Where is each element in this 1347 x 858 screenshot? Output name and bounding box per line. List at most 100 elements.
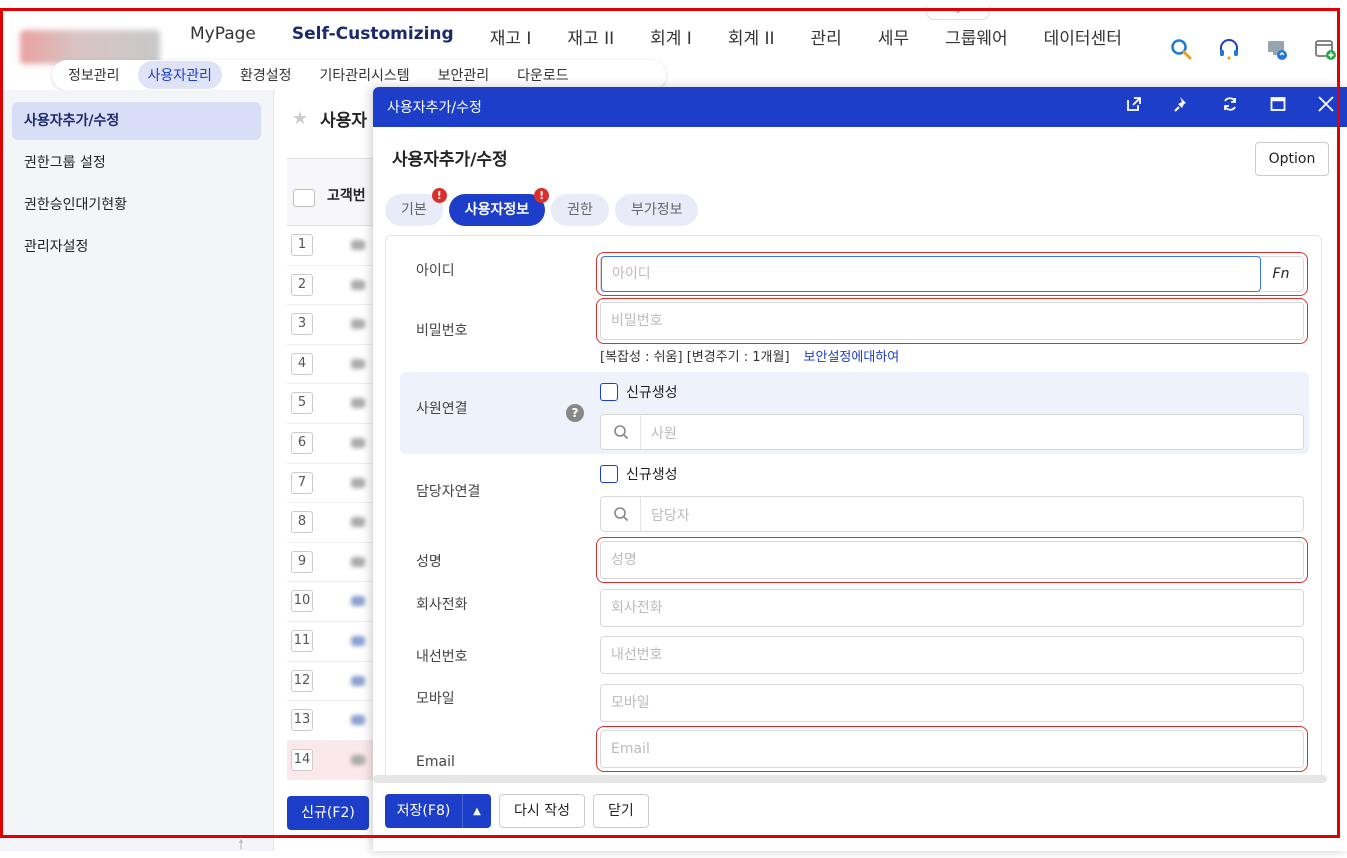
table-row[interactable]: 11	[287, 622, 387, 662]
menu-groupware[interactable]: 그룹웨어	[945, 24, 1008, 49]
submenu-info-management[interactable]: 정보관리	[58, 61, 130, 89]
submenu-user-management[interactable]: 사용자관리	[137, 61, 222, 89]
menu-inventory-1[interactable]: 재고 I	[490, 24, 532, 49]
employee-new-checkbox[interactable]: 신규생성	[600, 382, 678, 402]
checkbox[interactable]	[600, 465, 618, 483]
checkbox[interactable]	[600, 383, 618, 401]
employee-placeholder: 사원	[651, 426, 677, 442]
security-settings-link[interactable]: 보안설정에대하여	[804, 350, 900, 365]
option-button[interactable]: Option	[1255, 142, 1329, 176]
menu-management[interactable]: 관리	[811, 24, 842, 49]
submenu-environment[interactable]: 환경설정	[230, 61, 302, 89]
submenu-download[interactable]: 다운로드	[507, 61, 579, 89]
table-row[interactable]: 13	[287, 701, 387, 741]
blurred-cell	[351, 754, 365, 765]
sidebar-item-admin-settings[interactable]: 관리자설정	[12, 228, 261, 266]
menu-self-customizing[interactable]: Self-Customizing	[292, 24, 454, 49]
close-icon[interactable]	[1313, 95, 1339, 119]
add-window-icon[interactable]	[1312, 36, 1338, 62]
top-utility-icons	[1168, 36, 1338, 62]
blurred-cell	[351, 675, 365, 686]
help-icon[interactable]: ?	[566, 404, 584, 422]
table-row[interactable]: 14	[287, 740, 387, 781]
company-phone-label: 회사전화	[416, 597, 468, 613]
save-button-label[interactable]: 저장(F8)	[385, 794, 463, 828]
table-row[interactable]: 1	[287, 226, 387, 266]
remote-support-icon[interactable]	[1264, 36, 1290, 62]
table-row[interactable]: 9	[287, 543, 387, 583]
email-input[interactable]: Email	[596, 726, 1308, 772]
close-button[interactable]: 닫기	[592, 794, 649, 828]
row-number: 11	[291, 630, 313, 652]
employee-search-field[interactable]: 사원	[600, 414, 1304, 450]
name-label: 성명	[416, 554, 442, 570]
manager-search-field[interactable]: 담당자	[600, 496, 1304, 532]
pin-window-icon[interactable]	[1169, 95, 1195, 119]
refresh-icon[interactable]	[1217, 95, 1243, 119]
id-input[interactable]: 아이디	[601, 256, 1261, 292]
checkbox-label: 신규생성	[626, 467, 678, 483]
password-input[interactable]: 비밀번호	[596, 298, 1308, 344]
mobile-label: 모바일	[416, 691, 455, 707]
company-phone-input[interactable]: 회사전화	[600, 589, 1304, 627]
save-button[interactable]: 저장(F8) ▲	[385, 794, 491, 828]
id-label: 아이디	[416, 263, 455, 279]
table-row[interactable]: 7	[287, 464, 387, 504]
popout-icon[interactable]	[1121, 95, 1147, 119]
table-row[interactable]: 2	[287, 266, 387, 306]
save-dropdown-icon[interactable]: ▲	[463, 806, 491, 817]
tab-additional-info[interactable]: 부가정보	[614, 194, 699, 226]
horizontal-scrollbar[interactable]	[373, 775, 1327, 783]
manager-link-label: 담당자연결	[416, 484, 481, 500]
manager-placeholder: 담당자	[651, 508, 690, 524]
row-number: 3	[291, 313, 313, 336]
pin-icon[interactable]: 🠕	[238, 834, 244, 858]
menu-accounting-1[interactable]: 회계 I	[650, 24, 692, 49]
table-row[interactable]: 8	[287, 503, 387, 543]
table-row[interactable]: 10	[287, 582, 387, 622]
row-number: 4	[291, 352, 313, 375]
sidebar-item-add-edit-user[interactable]: 사용자추가/수정	[12, 102, 261, 140]
tab-permissions[interactable]: 권한	[551, 194, 609, 226]
menu-data-center[interactable]: 데이터센터	[1044, 24, 1122, 49]
blurred-cell	[351, 636, 365, 646]
select-all-checkbox[interactable]	[293, 189, 315, 207]
rewrite-button[interactable]: 다시 작성	[499, 794, 585, 828]
tab-basic[interactable]: 기본!	[385, 188, 447, 226]
submenu-security[interactable]: 보안관리	[428, 61, 500, 89]
table-row[interactable]: 6	[287, 424, 387, 464]
new-button[interactable]: 신규(F2)	[287, 796, 369, 830]
favorite-star-icon[interactable]: ★	[292, 108, 308, 129]
menu-inventory-2[interactable]: 재고 II	[567, 24, 614, 49]
sidebar-item-permission-group[interactable]: 권한그룹 설정	[12, 144, 261, 182]
blurred-cell	[351, 358, 365, 369]
menu-accounting-2[interactable]: 회계 II	[728, 24, 775, 49]
modal-window-controls	[1121, 95, 1339, 119]
submenu-other-systems[interactable]: 기타관리시스템	[309, 61, 419, 89]
table-row[interactable]: 12	[287, 662, 387, 702]
name-input[interactable]: 성명	[596, 537, 1308, 583]
maximize-icon[interactable]	[1265, 95, 1291, 119]
table-row[interactable]: 4	[287, 345, 387, 385]
extension-label: 내선번호	[416, 649, 468, 665]
modal-footer: 저장(F8) ▲ 다시 작성 닫기	[385, 794, 649, 828]
table-row[interactable]: 5	[287, 384, 387, 424]
search-icon[interactable]	[1168, 36, 1194, 62]
fn-button[interactable]: Fn	[1259, 257, 1303, 291]
sidebar-item-approval-pending[interactable]: 권한승인대기현황	[12, 186, 261, 224]
tab-user-info[interactable]: 사용자정보!	[448, 188, 550, 226]
extension-input[interactable]: 내선번호	[600, 636, 1304, 674]
email-label: Email	[416, 754, 455, 770]
manager-new-checkbox[interactable]: 신규생성	[600, 464, 678, 484]
table-row[interactable]: 3	[287, 305, 387, 345]
collapse-header-handle[interactable]: ⌄	[926, 6, 990, 20]
password-hint: [복잡성 : 쉬움] [변경주기 : 1개월] 보안설정에대하여	[600, 346, 899, 365]
row-number: 9	[291, 550, 313, 573]
menu-tax[interactable]: 세무	[878, 24, 909, 49]
blurred-cell	[351, 438, 365, 448]
table-header: 고객번	[287, 158, 387, 226]
headset-icon[interactable]	[1216, 36, 1242, 62]
main-menu: MyPage Self-Customizing 재고 I 재고 II 회계 I …	[190, 24, 1158, 49]
mobile-input[interactable]: 모바일	[600, 684, 1304, 722]
menu-mypage[interactable]: MyPage	[190, 24, 256, 49]
